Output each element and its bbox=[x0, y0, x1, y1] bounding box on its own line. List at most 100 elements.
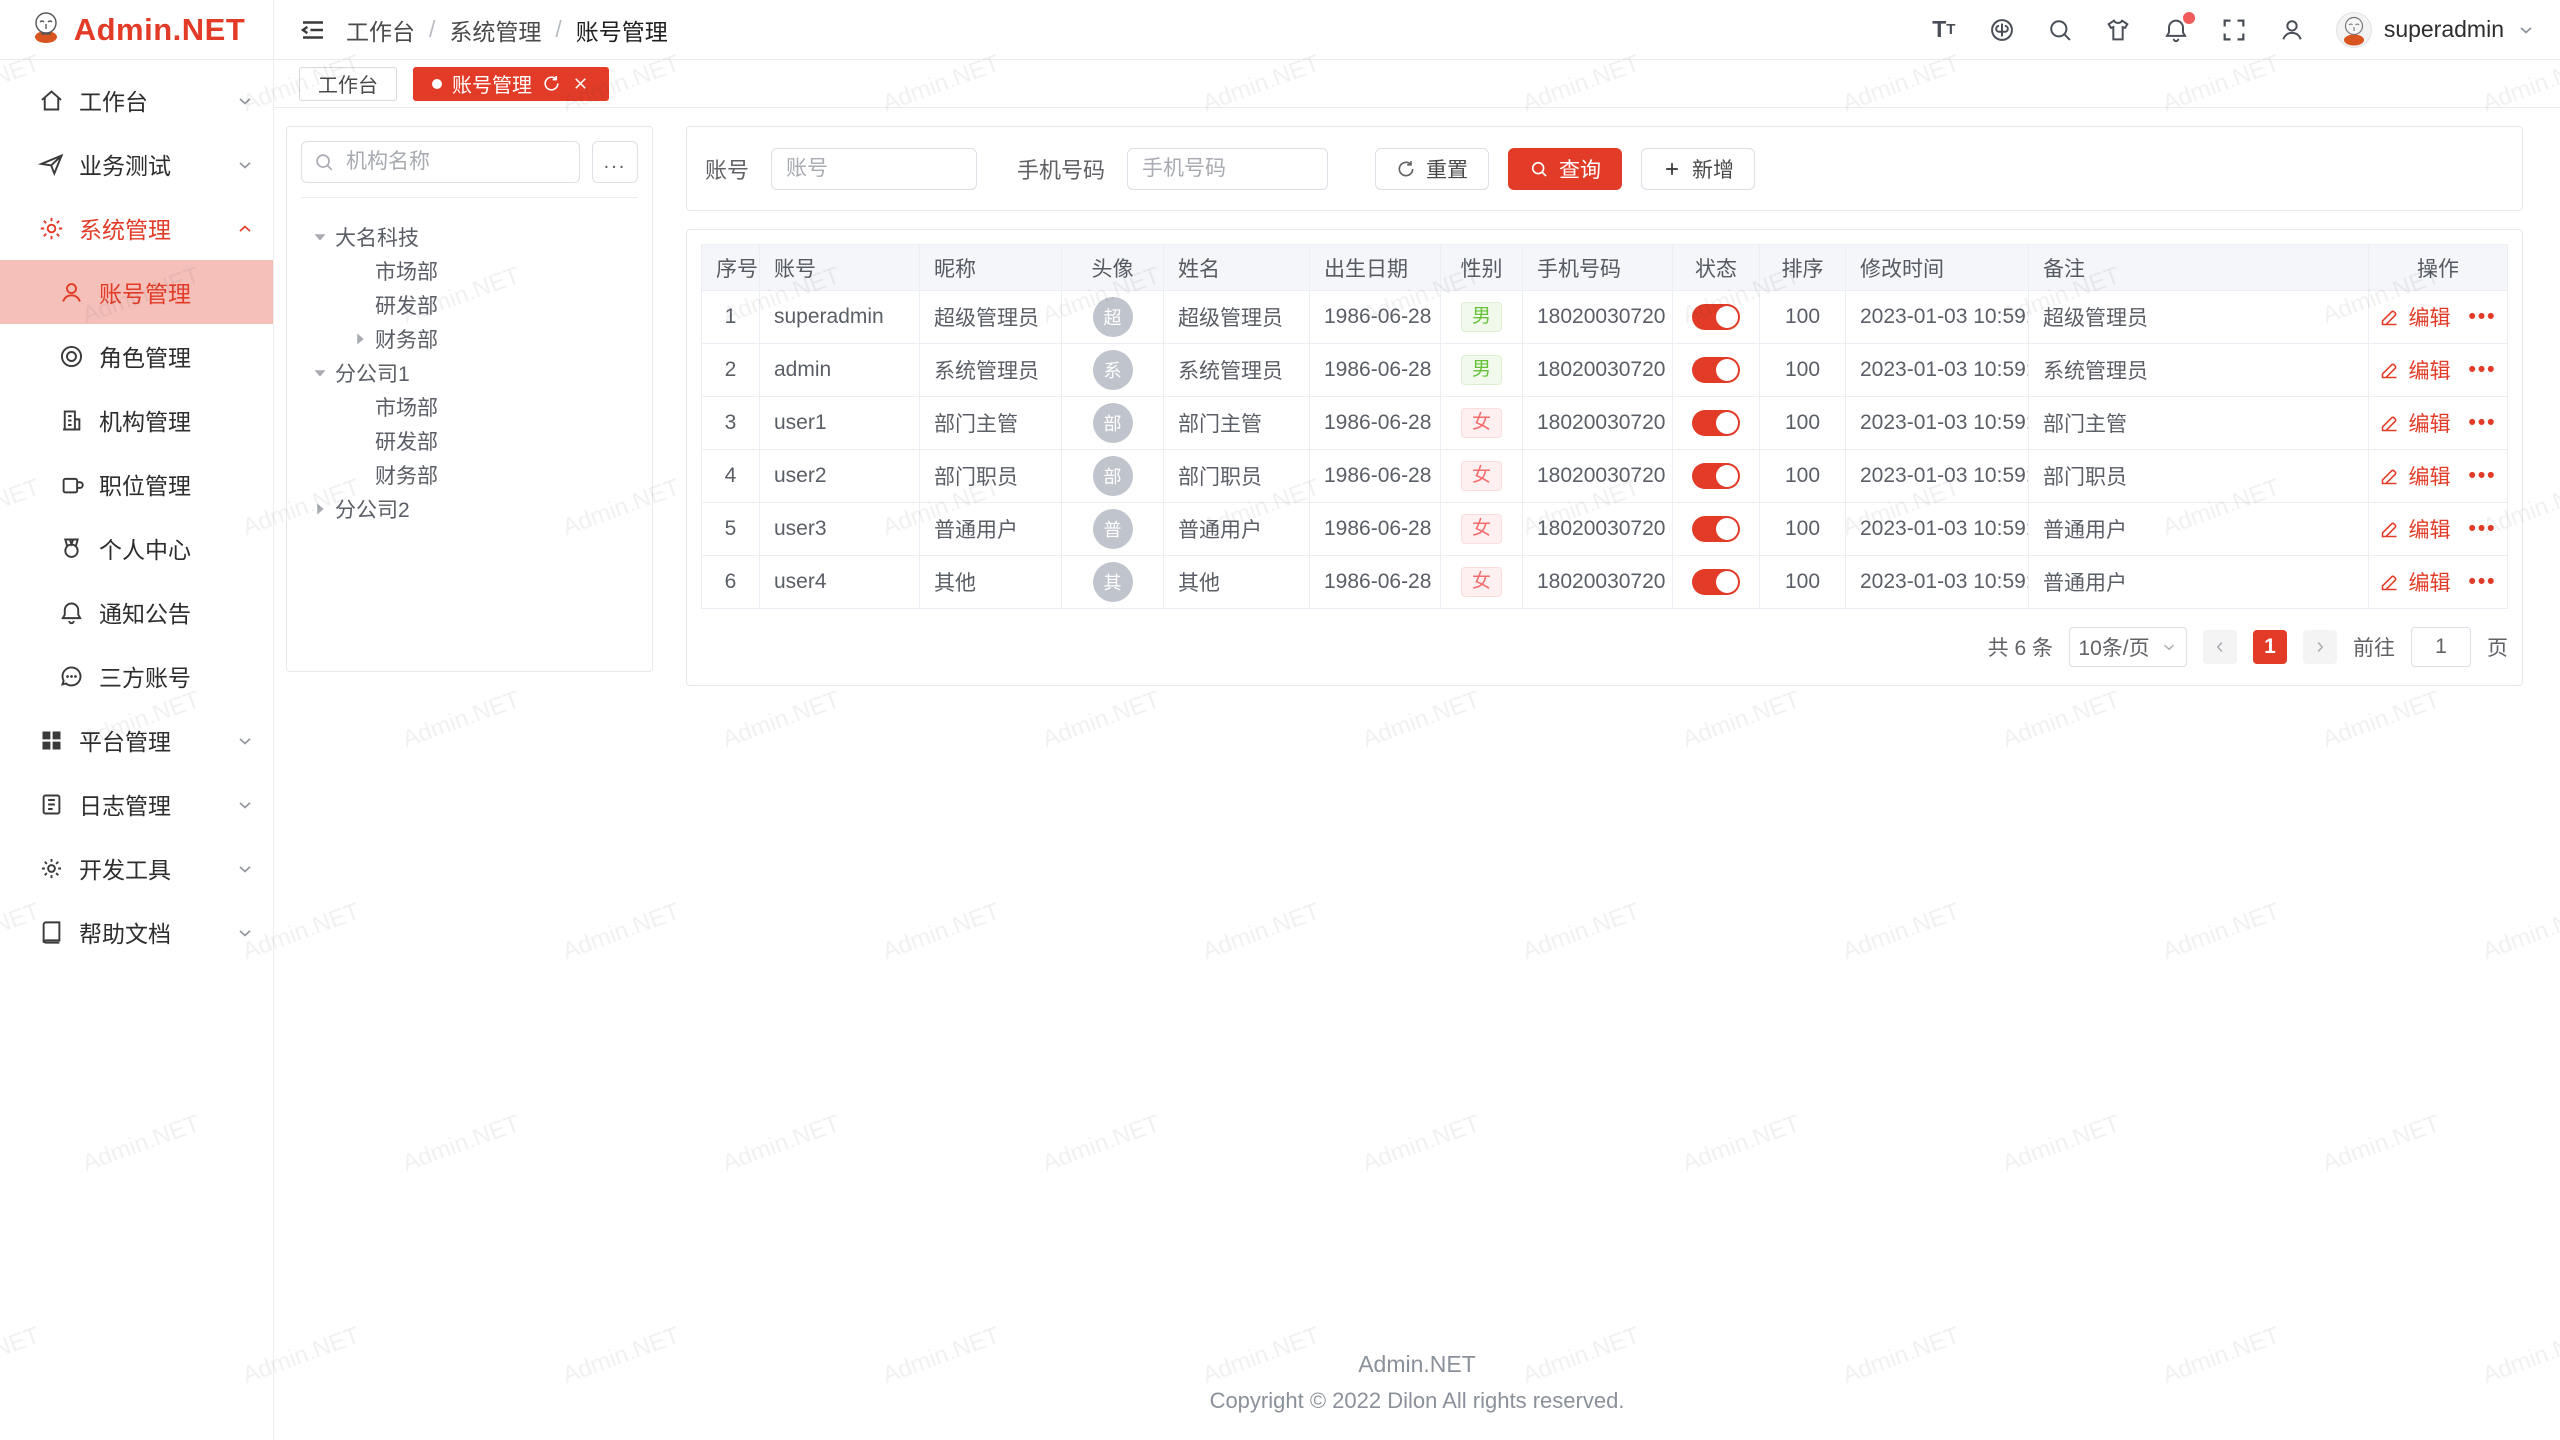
sidebar-item-profile-center[interactable]: 个人中心 bbox=[0, 516, 273, 580]
notification-bell-icon[interactable] bbox=[2162, 16, 2190, 44]
tree-node[interactable]: 研发部 bbox=[301, 288, 638, 322]
sidebar-item-business-test[interactable]: 业务测试 bbox=[0, 132, 273, 196]
font-size-icon[interactable]: TT bbox=[1930, 16, 1958, 44]
tree-node[interactable]: 市场部 bbox=[301, 390, 638, 424]
more-actions-button[interactable]: ••• bbox=[2468, 570, 2496, 594]
tree-node[interactable]: 分公司2 bbox=[301, 492, 638, 526]
status-toggle[interactable] bbox=[1692, 569, 1740, 595]
status-toggle[interactable] bbox=[1692, 357, 1740, 383]
edit-button[interactable]: 编辑 bbox=[2379, 461, 2450, 491]
theme-shirt-icon[interactable] bbox=[2104, 16, 2132, 44]
fullscreen-icon[interactable] bbox=[2220, 16, 2248, 44]
close-icon[interactable] bbox=[571, 74, 590, 93]
tree-node[interactable]: 研发部 bbox=[301, 424, 638, 458]
edit-button[interactable]: 编辑 bbox=[2379, 514, 2450, 544]
cell-nickname: 系统管理员 bbox=[920, 344, 1062, 397]
chevron-down-icon bbox=[235, 154, 255, 174]
more-actions-button[interactable]: ••• bbox=[2468, 464, 2496, 488]
edit-button[interactable]: 编辑 bbox=[2379, 567, 2450, 597]
caret-right-icon[interactable] bbox=[349, 328, 371, 350]
reset-button[interactable]: 重置 bbox=[1375, 148, 1489, 190]
tab-workbench[interactable]: 工作台 bbox=[299, 67, 397, 101]
more-actions-button[interactable]: ••• bbox=[2468, 305, 2496, 329]
sidebar-item-help-docs[interactable]: 帮助文档 bbox=[0, 900, 273, 964]
sidebar-item-position-management[interactable]: 职位管理 bbox=[0, 452, 273, 516]
goto-page-input[interactable] bbox=[2411, 627, 2471, 667]
phone-filter-input[interactable] bbox=[1127, 148, 1328, 190]
sidebar-item-log-management[interactable]: 日志管理 bbox=[0, 772, 273, 836]
cell-phone: 18020030720 bbox=[1523, 397, 1673, 450]
edit-button-label: 编辑 bbox=[2408, 461, 2450, 491]
sidebar-item-org-management[interactable]: 机构管理 bbox=[0, 388, 273, 452]
tree-node-label: 分公司2 bbox=[335, 494, 410, 524]
sidebar-item-system-management[interactable]: 系统管理 bbox=[0, 196, 273, 260]
logo-mascot-icon bbox=[28, 9, 64, 50]
more-actions-button[interactable]: ••• bbox=[2468, 358, 2496, 382]
logo[interactable]: Admin.NET bbox=[0, 0, 273, 60]
page-size-select[interactable]: 10条/页 bbox=[2069, 627, 2187, 667]
account-filter-input[interactable] bbox=[771, 148, 977, 190]
edit-button[interactable]: 编辑 bbox=[2379, 302, 2450, 332]
col-order: 排序 bbox=[1760, 245, 1846, 291]
more-actions-button[interactable]: ••• bbox=[2468, 411, 2496, 435]
page-number-button[interactable]: 1 bbox=[2253, 630, 2287, 664]
sidebar: Admin.NET 工作台 业务测试 系统管理 账号管理 bbox=[0, 0, 274, 1440]
edit-button[interactable]: 编辑 bbox=[2379, 408, 2450, 438]
cell-phone: 18020030720 bbox=[1523, 556, 1673, 609]
search-icon[interactable] bbox=[2046, 16, 2074, 44]
sidebar-item-workbench[interactable]: 工作台 bbox=[0, 68, 273, 132]
caret-down-icon[interactable] bbox=[309, 226, 331, 248]
sidebar-item-role-management[interactable]: 角色管理 bbox=[0, 324, 273, 388]
prev-page-button[interactable] bbox=[2203, 630, 2237, 664]
refresh-icon[interactable] bbox=[542, 74, 561, 93]
table-row: 1 superadmin 超级管理员 超 超级管理员 1986-06-28 男 … bbox=[702, 291, 2508, 344]
chevron-down-icon bbox=[2516, 20, 2536, 40]
org-more-button[interactable]: ... bbox=[592, 141, 638, 183]
gender-tag: 女 bbox=[1461, 514, 1502, 544]
refresh-icon bbox=[1396, 159, 1416, 179]
sidebar-item-notice-announcement[interactable]: 通知公告 bbox=[0, 580, 273, 644]
status-toggle[interactable] bbox=[1692, 410, 1740, 436]
tree-node-label: 研发部 bbox=[375, 290, 438, 320]
filter-bar: 账号 手机号码 重置 查询 新增 bbox=[686, 126, 2523, 211]
edit-button[interactable]: 编辑 bbox=[2379, 355, 2450, 385]
chat-icon bbox=[58, 663, 85, 690]
caret-down-icon[interactable] bbox=[309, 362, 331, 384]
cell-birthdate: 1986-06-28 bbox=[1310, 503, 1441, 556]
status-toggle[interactable] bbox=[1692, 516, 1740, 542]
breadcrumb-item[interactable]: 工作台 bbox=[346, 13, 415, 47]
caret-right-icon[interactable] bbox=[309, 498, 331, 520]
tree-node[interactable]: 分公司1 bbox=[301, 356, 638, 390]
search-button[interactable]: 查询 bbox=[1508, 148, 1622, 190]
cell-nickname: 部门职员 bbox=[920, 450, 1062, 503]
chevron-down-icon bbox=[235, 90, 255, 110]
tab-account-management[interactable]: 账号管理 bbox=[413, 67, 609, 101]
add-button[interactable]: 新增 bbox=[1641, 148, 1755, 190]
more-actions-button[interactable]: ••• bbox=[2468, 517, 2496, 541]
main-area: 工作台 / 系统管理 / 账号管理 TT superadmin bbox=[274, 0, 2560, 1440]
user-avatar bbox=[2336, 12, 2372, 48]
tree-node[interactable]: 大名科技 bbox=[301, 220, 638, 254]
next-page-button[interactable] bbox=[2303, 630, 2337, 664]
tree-node[interactable]: 市场部 bbox=[301, 254, 638, 288]
tree-node[interactable]: 财务部 bbox=[301, 322, 638, 356]
org-search-input[interactable] bbox=[301, 141, 580, 183]
user-menu[interactable]: superadmin bbox=[2336, 12, 2536, 48]
cell-modified-time: 2023-01-03 10:59:44 bbox=[1846, 344, 2029, 397]
language-icon[interactable] bbox=[1988, 16, 2016, 44]
tree-node[interactable]: 财务部 bbox=[301, 458, 638, 492]
cell-account: user2 bbox=[760, 450, 920, 503]
footer-copyright: Copyright © 2022 Dilon All rights reserv… bbox=[274, 1388, 2560, 1414]
sidebar-item-thirdparty-account[interactable]: 三方账号 bbox=[0, 644, 273, 708]
sidebar-menu: 工作台 业务测试 系统管理 账号管理 角色管理 bbox=[0, 60, 273, 964]
person-icon[interactable] bbox=[2278, 16, 2306, 44]
search-button-label: 查询 bbox=[1559, 154, 1601, 184]
cell-nickname: 部门主管 bbox=[920, 397, 1062, 450]
status-toggle[interactable] bbox=[1692, 463, 1740, 489]
breadcrumb-item[interactable]: 系统管理 bbox=[449, 13, 541, 47]
status-toggle[interactable] bbox=[1692, 304, 1740, 330]
sidebar-item-dev-tools[interactable]: 开发工具 bbox=[0, 836, 273, 900]
sidebar-item-account-management[interactable]: 账号管理 bbox=[0, 260, 273, 324]
collapse-sidebar-icon[interactable] bbox=[298, 15, 328, 45]
sidebar-item-platform-management[interactable]: 平台管理 bbox=[0, 708, 273, 772]
